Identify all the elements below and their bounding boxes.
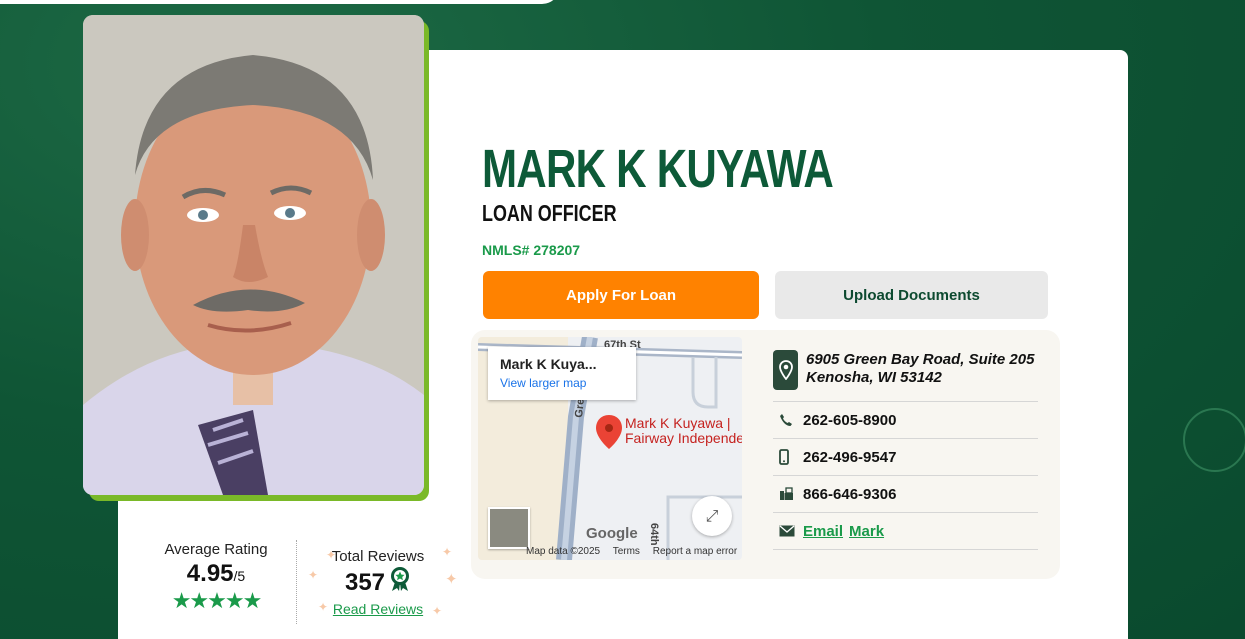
email-name-link[interactable]: Mark [849,523,884,540]
email-link[interactable]: Email [803,523,843,540]
apply-for-loan-button[interactable]: Apply For Loan [483,271,759,319]
rating-number: 4.95 [186,560,234,587]
map-expand-icon[interactable]: ⤢ [692,496,732,536]
sparkle-icon: ✦ [308,568,319,582]
mobile-number[interactable]: 262-496-9547 [803,449,896,466]
total-reviews-count-wrap: 357 [318,566,438,599]
location-pin-icon [773,350,798,390]
total-reviews-count: 357 [344,568,386,596]
email-icon [773,525,803,537]
award-badge-icon [389,566,411,599]
satellite-toggle[interactable] [488,507,530,549]
google-logo: Google [586,525,638,542]
sparkle-icon: ✦ [442,545,453,559]
address-line1: 6905 Green Bay Road, Suite 205 [806,351,1035,368]
average-rating: Average Rating 4.95/5 ★★★★★ [150,541,282,614]
phone-row[interactable]: 262-605-8900 [773,402,1038,439]
upload-documents-button[interactable]: Upload Documents [775,271,1048,319]
contact-details: 6905 Green Bay Road, Suite 205 Kenosha, … [773,350,1038,550]
officer-name: MARK K KUYAWA [482,139,834,199]
mobile-phone-icon [773,449,803,465]
profile-photo [83,15,424,495]
address-row: 6905 Green Bay Road, Suite 205 Kenosha, … [773,350,1038,402]
email-row[interactable]: Email Mark [773,513,1038,550]
average-rating-label: Average Rating [164,541,268,558]
phone-icon [773,413,803,427]
rating-out-of: /5 [233,568,246,584]
average-rating-value: 4.95/5 [150,560,282,588]
map-footer: Map data ©2025 Terms Report a map error [526,546,742,557]
map-place-title: Mark K Kuya... [500,356,597,372]
fax-icon [773,487,803,501]
sparkle-icon: ✦ [445,570,458,588]
officer-title: LOAN OFFICER [482,200,617,226]
decorative-circle [1183,408,1245,472]
rating-divider [296,540,297,624]
top-nav-pill [0,0,560,4]
read-reviews-link[interactable]: Read Reviews [318,601,438,617]
nmls-number: NMLS# 278207 [482,242,581,258]
map-place-card: Mark K Kuya... View larger map [488,347,636,400]
profile-photo-frame [83,15,429,501]
star-rating-icon: ★★★★★ [171,588,263,613]
map-marker-label-line2: Fairway Independe [625,430,742,446]
embedded-map[interactable]: 67th St Green 64th Mark K Kuya... View l… [478,337,742,560]
phone-number[interactable]: 262-605-8900 [803,412,896,429]
map-terms-link[interactable]: Terms [613,546,640,557]
total-reviews: Total Reviews 357 Read Reviews [318,548,438,617]
address-line2: Kenosha, WI 53142 [806,369,942,386]
fax-number: 866-646-9306 [803,485,897,503]
map-data-attribution: Map data ©2025 [526,546,601,557]
street-label-64th: 64th [648,523,660,546]
map-marker-label-line1: Mark K Kuyawa | [625,415,731,431]
view-larger-map-link[interactable]: View larger map [500,376,624,390]
fax-row: 866-646-9306 [773,476,1038,513]
map-marker-label[interactable]: Mark K Kuyawa | Fairway Independe [625,416,742,446]
map-report-error-link[interactable]: Report a map error [653,546,737,557]
mobile-row[interactable]: 262-496-9547 [773,439,1038,476]
total-reviews-label: Total Reviews [331,548,425,565]
